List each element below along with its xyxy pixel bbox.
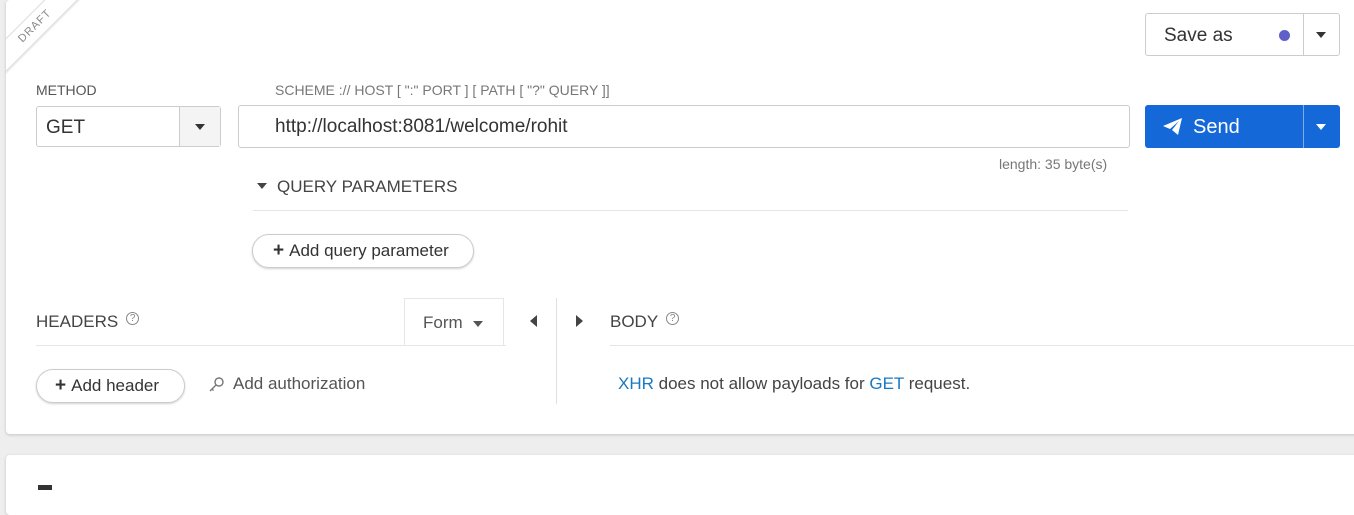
url-format-label: SCHEME :// HOST [ ":" PORT ] [ PATH [ "?…	[275, 82, 610, 98]
url-input[interactable]	[238, 105, 1130, 148]
add-query-parameter-label: Add query parameter	[289, 241, 449, 260]
save-as-label: Save as	[1164, 25, 1233, 46]
unsaved-indicator-dot	[1279, 30, 1290, 41]
send-dropdown-button[interactable]	[1303, 105, 1341, 148]
chevron-down-icon	[195, 124, 205, 130]
get-link[interactable]: GET	[869, 374, 904, 393]
query-parameters-toggle[interactable]: QUERY PARAMETERS	[253, 176, 1128, 211]
query-parameters-title: QUERY PARAMETERS	[277, 177, 458, 196]
body-divider	[610, 345, 1354, 346]
chevron-down-icon	[1316, 124, 1326, 130]
url-length: length: 35 byte(s)	[999, 156, 1108, 172]
help-icon[interactable]: ?	[126, 312, 140, 325]
add-query-parameter-button[interactable]: + Add query parameter	[252, 234, 474, 268]
form-tab-label: Form	[423, 313, 463, 332]
key-icon	[209, 377, 224, 392]
send-button[interactable]: Send	[1145, 105, 1340, 148]
method-dropdown-button[interactable]	[179, 107, 220, 146]
add-header-label: Add header	[71, 376, 160, 395]
add-authorization-label: Add authorization	[233, 374, 366, 393]
request-panel: DRAFT METHOD GET SCHEME :// HOST [ ":" P…	[6, 0, 1354, 434]
xhr-link[interactable]: XHR	[618, 374, 654, 393]
body-title: BODY?	[610, 312, 680, 332]
draft-ribbon: DRAFT	[6, 0, 87, 78]
add-authorization-link[interactable]: Add authorization	[208, 374, 365, 394]
add-header-button[interactable]: + Add header	[36, 369, 185, 403]
arrow-right-icon[interactable]	[576, 315, 583, 327]
help-icon[interactable]: ?	[666, 312, 680, 325]
chevron-down-icon	[1316, 32, 1326, 38]
method-label: METHOD	[36, 82, 97, 98]
response-panel	[6, 455, 1354, 515]
paper-plane-icon	[1163, 118, 1182, 135]
body-message-part1: does not allow payloads for	[653, 374, 870, 393]
method-value: GET	[46, 117, 86, 138]
method-select[interactable]: GET	[36, 106, 221, 147]
headers-title-text: HEADERS	[36, 312, 119, 331]
chevron-down-icon	[473, 321, 483, 327]
response-panel-heading-fragment	[38, 485, 52, 490]
arrow-left-icon[interactable]	[530, 315, 537, 327]
save-as-button[interactable]: Save as	[1145, 13, 1340, 56]
body-title-text: BODY	[610, 312, 659, 331]
panel-divider[interactable]	[556, 298, 557, 404]
send-label: Send	[1193, 116, 1240, 138]
plus-icon: +	[273, 240, 285, 261]
body-message: XHR does not allow payloads for GET requ…	[618, 374, 970, 394]
plus-icon: +	[55, 375, 67, 396]
headers-title: HEADERS?	[36, 312, 140, 332]
body-message-part2: request.	[904, 374, 971, 393]
headers-divider	[36, 345, 506, 346]
headers-form-tab[interactable]: Form	[404, 298, 504, 346]
save-as-dropdown-button[interactable]	[1303, 14, 1340, 55]
caret-down-icon	[257, 183, 267, 189]
